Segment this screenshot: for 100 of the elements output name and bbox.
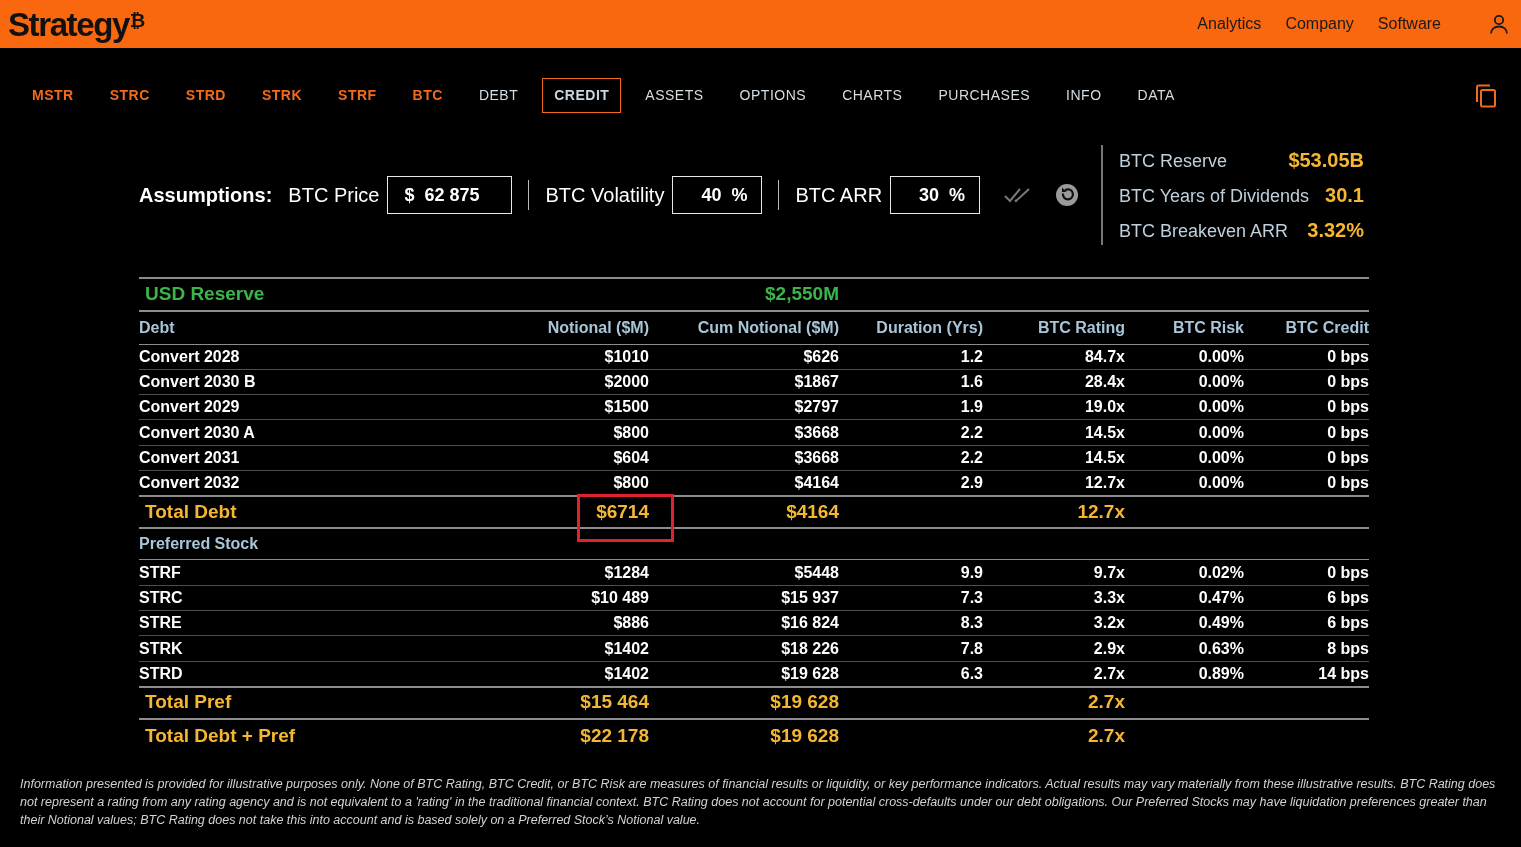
nav-link[interactable]: Software [1377, 12, 1441, 36]
total-value: $19 628 [770, 724, 839, 746]
table-cell: Convert 2028 [139, 347, 240, 365]
double-check-icon[interactable] [1004, 187, 1031, 203]
nav-tab[interactable]: MSTR [20, 78, 86, 113]
table-cell: 7.8 [960, 639, 983, 657]
metric-label: BTC Breakeven ARR [1118, 220, 1289, 243]
table-cell: STRC [139, 588, 183, 606]
table-cell: 0 bps [1327, 398, 1369, 416]
column-header: Debt [139, 318, 175, 336]
nav-tab[interactable]: STRK [249, 78, 315, 113]
table-cell: Convert 2031 [139, 448, 240, 466]
nav-tab[interactable]: OPTIONS [727, 78, 819, 113]
table-cell: $3668 [794, 423, 839, 441]
value-field[interactable]: 30 % [890, 176, 981, 214]
table-cell: 0.02% [1198, 563, 1244, 581]
nav-tab[interactable]: CHARTS [830, 78, 915, 113]
value-field[interactable]: 40 % [672, 176, 763, 214]
disclaimer-text: Information presented is provided for illustrative purposes only. None of BTC Rating, BTC Credit, or BTC Risk are measures of financial results or liquidity, or key performance indicators. Actual results may vary materially from these illustrative results. BTC Rating does not represent a rating from any rating agency and is not equivalent to a 'rating' in the traditional financial context. BTC Rating does not account for potential cross-defaults under our debt obligations. Our Preferred Stocks may have liquidation preferences greater than their Notional values; BTC Rating does not take this into account and is based solely on a Preferred Stock’s Notional value. [20, 775, 1497, 829]
section-label: Preferred Stock [139, 535, 259, 553]
table-cell: $2797 [794, 398, 839, 416]
nav-tab[interactable]: BTC [400, 78, 455, 113]
column-header: Cum Notional ($M) [697, 318, 839, 336]
table-cell: 28.4x [1084, 372, 1125, 390]
nav-tab[interactable]: STRF [326, 78, 389, 113]
table-cell: 1.2 [960, 347, 983, 365]
nav-link[interactable]: Company [1285, 12, 1354, 36]
metric-label: BTC Years of Dividends [1118, 185, 1310, 208]
table-cell: $16 824 [781, 614, 839, 632]
nav-tab[interactable]: PURCHASES [926, 78, 1043, 113]
table-cell: 1.9 [960, 398, 983, 416]
table-cell: 19.0x [1084, 398, 1125, 416]
column-header: Notional ($M) [547, 318, 649, 336]
table-cell: 0.00% [1198, 423, 1244, 441]
table-cell: 14 bps [1318, 664, 1369, 682]
table-cell: $1284 [604, 563, 649, 581]
logo-mark: ₿ [129, 10, 146, 30]
table-cell: $1500 [604, 398, 649, 416]
total-value: 2.7x [1088, 724, 1125, 746]
table-cell: 2.9 [960, 474, 983, 491]
value-field[interactable]: $ 62 875 [387, 176, 513, 214]
table-cell: $886 [613, 614, 649, 632]
table-cell: 0.47% [1198, 588, 1244, 606]
table-cell: 0.00% [1198, 398, 1244, 416]
total-label: Total Pref [144, 691, 232, 713]
table-cell: STRE [139, 614, 182, 632]
table-cell: Convert 2029 [139, 398, 240, 416]
table-cell: 1.6 [960, 372, 983, 390]
table-cell: 9.7x [1093, 563, 1125, 581]
table-cell: $800 [613, 474, 649, 491]
table-cell: 0 bps [1327, 423, 1369, 441]
metric-label: BTC Reserve [1118, 150, 1227, 173]
table-cell: 0.00% [1198, 372, 1244, 390]
column-header: BTC Rating [1037, 318, 1125, 336]
table-cell: $800 [613, 423, 649, 441]
table-cell: 0.63% [1198, 639, 1244, 657]
table-cell: 0.89% [1198, 664, 1244, 682]
table-cell: 3.2x [1093, 614, 1125, 632]
table-cell: 0 bps [1327, 372, 1369, 390]
table-cell: 6 bps [1327, 614, 1369, 632]
table-cell: 8 bps [1327, 639, 1369, 657]
table-cell: STRK [139, 639, 183, 657]
total-value: $22 178 [580, 724, 649, 746]
nav-tab[interactable]: CREDIT [542, 78, 622, 113]
table-cell: STRD [139, 664, 183, 682]
table-cell: 6.3 [960, 664, 983, 682]
reset-icon[interactable] [1056, 184, 1079, 206]
logo-text: Strategy [8, 7, 129, 41]
assumptions-label: Assumptions: [139, 183, 273, 208]
table-cell: $604 [613, 448, 649, 466]
field-label: BTC ARR [795, 183, 883, 208]
user-icon[interactable] [1489, 14, 1509, 34]
nav-tab[interactable]: DATA [1125, 78, 1187, 113]
table-cell: $2000 [604, 372, 649, 390]
total-label: Total Debt [144, 500, 237, 522]
table-cell: 3.3x [1093, 588, 1125, 606]
nav-tab[interactable]: STRD [173, 78, 238, 113]
nav-tab[interactable]: ASSETS [633, 78, 716, 113]
copy-icon[interactable] [1475, 83, 1497, 108]
table-cell: 0.49% [1198, 614, 1244, 632]
total-value: $6714 [596, 500, 649, 522]
table-cell: 84.7x [1084, 347, 1125, 365]
metric-value: 3.32% [1307, 218, 1364, 243]
table-cell: $626 [803, 347, 839, 365]
table-cell: 0.00% [1198, 347, 1244, 365]
total-value: 12.7x [1077, 500, 1125, 522]
table-cell: $1867 [794, 372, 839, 390]
table-cell: $1402 [604, 664, 649, 682]
nav-tab[interactable]: STRC [97, 78, 162, 113]
table-cell: 2.9x [1093, 639, 1125, 657]
table-cell: 0 bps [1327, 563, 1369, 581]
table-cell: $18 226 [781, 639, 839, 657]
total-value: $4164 [786, 500, 839, 522]
nav-tab[interactable]: DEBT [466, 78, 531, 113]
metric-value: $53.05B [1288, 148, 1364, 173]
table-cell: 6 bps [1327, 588, 1369, 606]
table-cell: 14.5x [1084, 448, 1125, 466]
nav-link[interactable]: Analytics [1197, 12, 1262, 36]
reserve-label: USD Reserve [144, 283, 265, 305]
nav-tab[interactable]: INFO [1054, 78, 1114, 113]
